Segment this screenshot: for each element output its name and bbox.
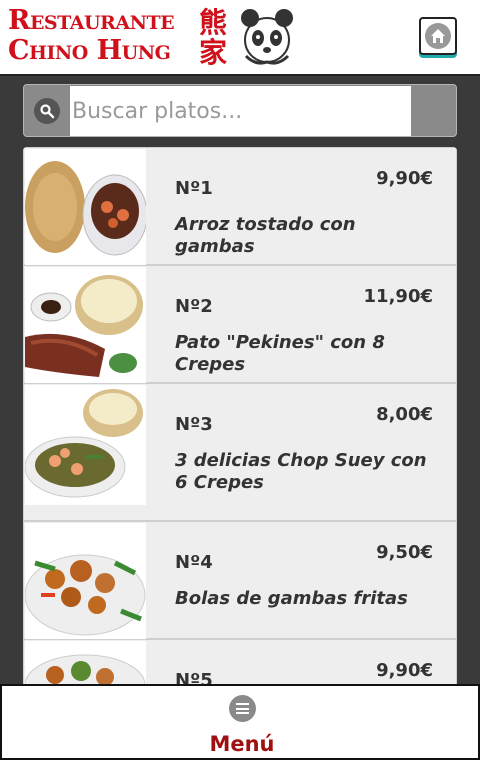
dish-item[interactable]: Nº3 8,00€ 3 delicias Chop Suey con 6 Cre… bbox=[23, 383, 457, 521]
dish-number: Nº1 bbox=[175, 178, 213, 199]
menu-icon bbox=[229, 695, 256, 722]
dish-name: 3 delicias Chop Suey con 6 Crepes bbox=[175, 450, 427, 493]
dish-item[interactable]: Nº5 9,90€ bbox=[23, 639, 457, 687]
home-button[interactable] bbox=[419, 17, 457, 55]
menu-label: Menú bbox=[209, 732, 275, 756]
dish-price: 9,90€ bbox=[376, 168, 433, 189]
dish-item[interactable]: Nº2 11,90€ Pato "Pekines" con 8 Crepes bbox=[23, 265, 457, 383]
search-input[interactable] bbox=[70, 86, 411, 136]
search-icon bbox=[34, 98, 60, 124]
dish-photo bbox=[25, 149, 146, 265]
dish-name: Arroz tostado con gambas bbox=[175, 214, 356, 257]
dish-price: 8,00€ bbox=[376, 404, 433, 425]
dish-photo bbox=[25, 385, 146, 505]
dish-photo bbox=[25, 267, 146, 383]
menu-footer[interactable]: Menú bbox=[0, 684, 480, 760]
dish-photo bbox=[25, 523, 146, 639]
app-header: Restaurante Chino Hung 熊家 bbox=[0, 0, 480, 76]
dish-item[interactable]: Nº4 9,50€ Bolas de gambas fritas bbox=[23, 521, 457, 639]
dish-number: Nº3 bbox=[175, 414, 213, 435]
dish-name: Pato "Pekines" con 8 Crepes bbox=[175, 332, 385, 375]
dish-price: 9,90€ bbox=[376, 660, 433, 681]
dish-price: 9,50€ bbox=[376, 542, 433, 563]
dish-number: Nº2 bbox=[175, 296, 213, 317]
search-bar bbox=[23, 84, 457, 137]
logo-line-1: Restaurante bbox=[8, 5, 175, 36]
logo-line-2: Chino Hung bbox=[8, 35, 171, 66]
logo-hanzi: 熊家 bbox=[198, 6, 227, 69]
restaurant-logo: Restaurante Chino Hung 熊家 bbox=[8, 6, 298, 70]
dish-photo bbox=[25, 641, 146, 687]
dish-price: 11,90€ bbox=[363, 286, 433, 307]
panda-icon bbox=[241, 9, 293, 65]
dish-number: Nº4 bbox=[175, 552, 213, 573]
dish-item[interactable]: Nº1 9,90€ Arroz tostado con gambas bbox=[23, 147, 457, 265]
dish-list: Nº1 9,90€ Arroz tostado con gambas Nº2 1… bbox=[23, 147, 457, 687]
dish-name: Bolas de gambas fritas bbox=[175, 588, 408, 609]
home-icon bbox=[431, 29, 445, 43]
